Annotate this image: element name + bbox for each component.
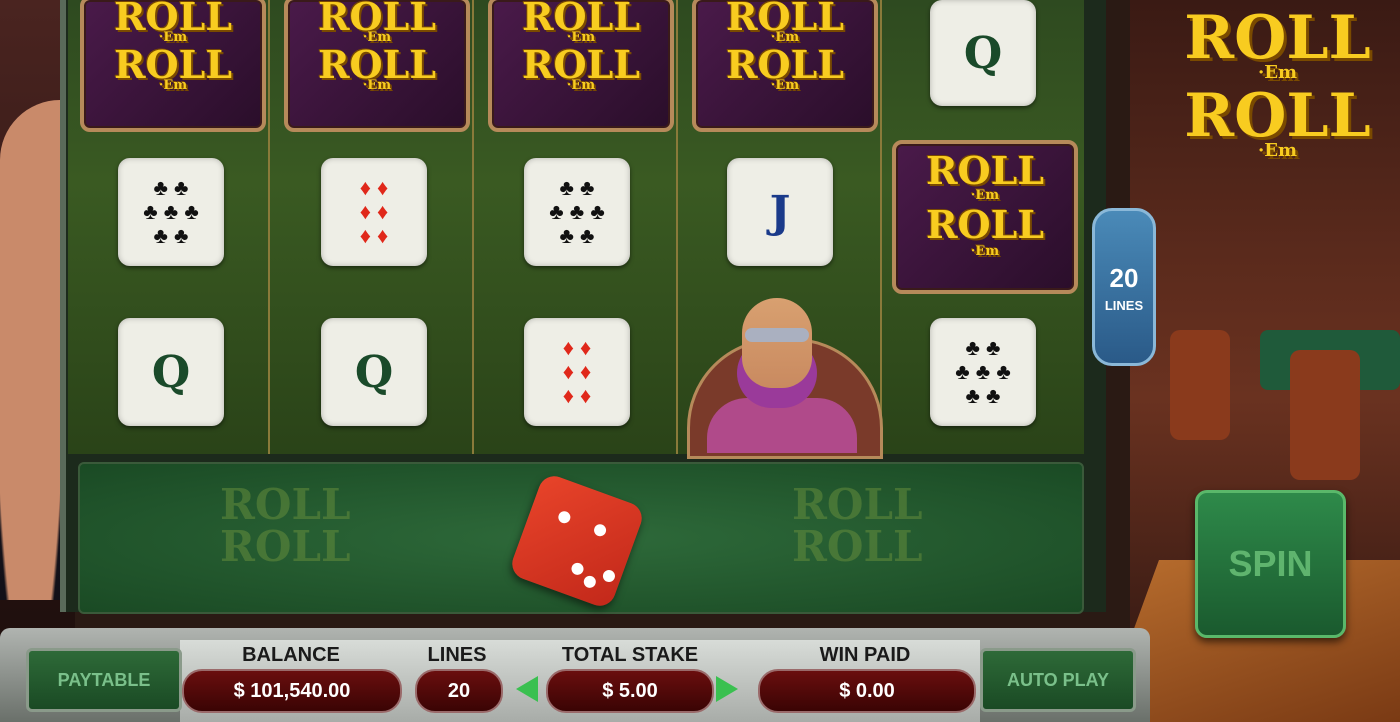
balance-label: BALANCE [242, 644, 340, 666]
wild-logo-text: ROLL [925, 148, 1045, 193]
increase-stake-arrow-icon[interactable] [716, 676, 738, 702]
wild-logo-em: ·Em [970, 244, 1000, 259]
wild-logo-em: ·Em [566, 78, 596, 93]
queen-die: Q [118, 318, 224, 426]
lines-label: LINES [427, 644, 487, 666]
six-diamonds-die: ♦ ♦ ♦ ♦ ♦ ♦ [321, 158, 427, 266]
wild-logo-em: ·Em [158, 78, 188, 93]
lines-value[interactable]: 20 [415, 669, 503, 713]
total-stake-label: TOTAL STAKE [561, 644, 699, 666]
lines-indicator-number: 20 [1109, 263, 1139, 293]
wild-logo-em: ·Em [770, 78, 800, 93]
tray-logo-left: ROLL ROLL [220, 480, 351, 571]
decrease-stake-arrow-icon[interactable] [516, 676, 538, 702]
hostess-figure [0, 100, 62, 600]
wild-symbol: ROLL ·Em ROLL ·Em [692, 0, 878, 132]
background-chair [1290, 350, 1360, 480]
game-logo: ROLL ·Em ROLL ·Em [1160, 8, 1395, 198]
six-clubs-die: ♣ ♣ ♣ ♣ ♣ ♣ ♣ [524, 158, 630, 266]
six-clubs-die: ♣ ♣ ♣ ♣ ♣ ♣ ♣ [930, 318, 1036, 426]
balance-value: $ 101,540.00 [182, 669, 402, 713]
win-paid-value: $ 0.00 [758, 669, 976, 713]
lines-indicator-label: LINES [1104, 298, 1144, 313]
total-stake-value: $ 5.00 [546, 669, 714, 713]
wild-logo-em: ·Em [362, 78, 392, 93]
wild-symbol: ROLL ·Em ROLL ·Em [284, 0, 470, 132]
six-diamonds-die: ♦ ♦ ♦ ♦ ♦ ♦ [524, 318, 630, 426]
wild-logo-text: ROLL [925, 202, 1045, 247]
lines-indicator: 20 LINES [1092, 208, 1156, 366]
background-chair [1170, 330, 1230, 440]
lady-character-symbol [687, 298, 883, 459]
queen-die: Q [930, 0, 1036, 106]
six-clubs-die: ♣ ♣ ♣ ♣ ♣ ♣ ♣ [118, 158, 224, 266]
lady-head [742, 298, 812, 388]
auto-play-button[interactable]: AUTO PLAY [980, 648, 1136, 712]
wild-symbol: ROLL ·Em ROLL ·Em [488, 0, 674, 132]
paytable-button[interactable]: PAYTABLE [26, 648, 182, 712]
jack-die: J [727, 158, 833, 266]
wild-logo-em: ·Em [970, 188, 1000, 203]
queen-die: Q [321, 318, 427, 426]
wild-symbol: ROLL ·Em ROLL ·Em [892, 140, 1078, 294]
logo-roll-top: ROLL [1184, 3, 1371, 73]
logo-roll-bottom: ROLL [1184, 81, 1371, 151]
spin-button[interactable]: SPIN [1195, 490, 1346, 638]
lady-sunglasses [745, 328, 809, 342]
tray-logo-right: ROLL ROLL [792, 480, 923, 571]
win-paid-label: WIN PAID [819, 644, 911, 666]
wild-symbol: ROLL ·Em ROLL ·Em [80, 0, 266, 132]
